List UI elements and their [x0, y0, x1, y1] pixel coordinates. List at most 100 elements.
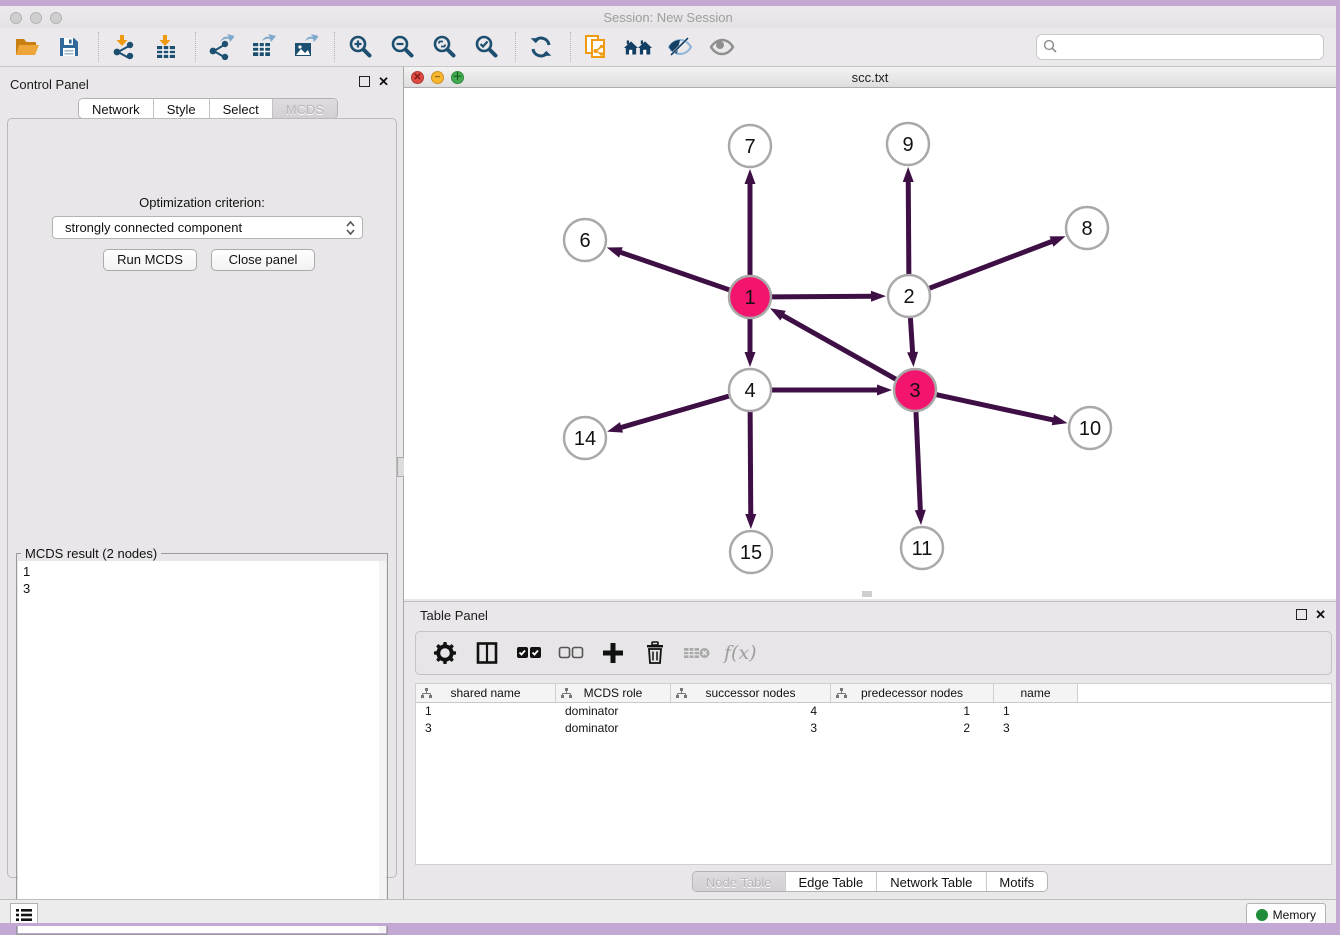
select-stepper-icon — [345, 219, 356, 243]
control-panel: Control Panel ✕ NetworkStyleSelectMCDS O… — [0, 67, 404, 899]
save-icon[interactable] — [54, 33, 84, 61]
table-row[interactable]: 1dominator411 — [416, 703, 1331, 720]
node-label-4: 4 — [744, 380, 755, 402]
clone-network-icon[interactable] — [581, 33, 611, 61]
table-cell[interactable]: 3 — [671, 720, 831, 737]
zoom-fit-icon[interactable] — [429, 33, 459, 61]
network-canvas[interactable]: 7968124314101511 — [404, 88, 1336, 599]
table-cell[interactable]: 4 — [671, 703, 831, 720]
table-toolbar: f(x) — [415, 631, 1332, 675]
edge-arrow — [871, 291, 886, 302]
optimization-criterion-select[interactable]: strongly connected component — [52, 216, 363, 239]
edge-arrow — [745, 169, 756, 184]
open-folder-icon[interactable] — [12, 33, 42, 61]
close-panel-icon[interactable]: ✕ — [378, 76, 389, 87]
edge-2-3[interactable] — [910, 318, 912, 355]
run-mcds-button[interactable]: Run MCDS — [103, 249, 197, 271]
export-network-icon[interactable] — [206, 33, 236, 61]
network-window-titlebar[interactable]: ✕ − ＋ scc.txt — [404, 67, 1336, 88]
node-label-8: 8 — [1081, 218, 1092, 240]
table-header-row: shared nameMCDS rolesuccessor nodesprede… — [416, 684, 1331, 703]
table-cell[interactable]: 3 — [416, 720, 556, 737]
memory-status-icon — [1256, 909, 1268, 921]
table-panel-tabs: Node TableEdge TableNetwork TableMotifs — [692, 871, 1048, 892]
tab-node-table[interactable]: Node Table — [693, 872, 786, 891]
node-label-15: 15 — [740, 542, 762, 564]
edge-4-14[interactable] — [619, 396, 729, 428]
table-cell[interactable]: 1 — [994, 703, 1078, 720]
edge-4-15[interactable] — [750, 412, 751, 517]
titlebar: Session: New Session — [0, 6, 1336, 28]
status-bar: Memory — [0, 899, 1336, 923]
split-view-icon[interactable] — [472, 638, 502, 668]
mcds-result-scrollbar[interactable] — [379, 561, 386, 933]
edge-1-6[interactable] — [618, 251, 729, 289]
gear-icon[interactable] — [430, 638, 460, 668]
tab-motifs[interactable]: Motifs — [986, 872, 1047, 891]
trash-icon[interactable] — [640, 638, 670, 668]
canvas-hscroll-thumb[interactable] — [862, 591, 872, 597]
float-table-panel-icon[interactable] — [1296, 609, 1307, 620]
select-all-icon[interactable] — [514, 638, 544, 668]
edge-1-2[interactable] — [772, 296, 874, 297]
edge-2-9[interactable] — [908, 179, 909, 274]
edge-arrow — [877, 385, 892, 396]
node-label-6: 6 — [579, 230, 590, 252]
tab-network-table[interactable]: Network Table — [877, 872, 986, 891]
close-table-panel-icon[interactable]: ✕ — [1315, 609, 1326, 620]
hide-selected-icon[interactable] — [665, 33, 695, 61]
table-panel: Table Panel ✕ — [404, 601, 1336, 899]
float-panel-icon[interactable] — [359, 76, 370, 87]
table-row[interactable]: 3dominator323 — [416, 720, 1331, 737]
node-label-9: 9 — [902, 134, 913, 156]
tab-mcds[interactable]: MCDS — [273, 99, 337, 118]
export-image-icon[interactable] — [290, 33, 320, 61]
edge-3-10[interactable] — [936, 395, 1055, 421]
zoom-selected-icon[interactable] — [471, 33, 501, 61]
delete-table-icon — [682, 638, 712, 668]
list-icon — [15, 907, 33, 923]
tab-edge-table[interactable]: Edge Table — [785, 872, 877, 891]
column-header-name[interactable]: name — [994, 684, 1078, 702]
show-all-icon[interactable] — [707, 33, 737, 61]
table-cell[interactable]: dominator — [556, 703, 671, 720]
tab-network[interactable]: Network — [79, 99, 154, 118]
refresh-icon[interactable] — [526, 33, 556, 61]
unselect-all-icon[interactable] — [556, 638, 586, 668]
table-cell[interactable]: 1 — [831, 703, 994, 720]
search-icon — [1043, 39, 1058, 59]
home-icon[interactable] — [623, 33, 653, 61]
import-network-icon[interactable] — [109, 33, 139, 61]
node-label-3: 3 — [909, 380, 920, 402]
column-header-MCDS-role[interactable]: MCDS role — [556, 684, 671, 702]
tab-style[interactable]: Style — [154, 99, 210, 118]
toolbar-separator — [98, 32, 99, 62]
search-box — [1036, 34, 1324, 60]
mcds-result-text[interactable]: 1 3 — [18, 561, 380, 933]
edge-arrow — [745, 352, 756, 367]
node-label-1: 1 — [744, 287, 755, 309]
close-panel-button[interactable]: Close panel — [211, 249, 315, 271]
edge-3-11[interactable] — [916, 412, 920, 513]
optimization-criterion-label: Optimization criterion: — [8, 195, 396, 210]
zoom-in-icon[interactable] — [345, 33, 375, 61]
zoom-out-icon[interactable] — [387, 33, 417, 61]
add-icon[interactable] — [598, 638, 628, 668]
table-cell[interactable]: 2 — [831, 720, 994, 737]
search-input[interactable] — [1036, 34, 1324, 60]
node-label-2: 2 — [903, 286, 914, 308]
table-cell[interactable]: dominator — [556, 720, 671, 737]
column-header-predecessor-nodes[interactable]: predecessor nodes — [831, 684, 994, 702]
edge-2-8[interactable] — [930, 240, 1055, 288]
table-cell[interactable]: 3 — [994, 720, 1078, 737]
column-header-shared-name[interactable]: shared name — [416, 684, 556, 702]
table-cell[interactable]: 1 — [416, 703, 556, 720]
network-view-window: ✕ − ＋ scc.txt 7968124314101511 — [404, 67, 1336, 599]
edge-3-1[interactable] — [780, 314, 895, 379]
tab-select[interactable]: Select — [210, 99, 273, 118]
export-table-icon[interactable] — [248, 33, 278, 61]
node-label-7: 7 — [744, 136, 755, 158]
column-header-successor-nodes[interactable]: successor nodes — [671, 684, 831, 702]
edge-arrow — [907, 352, 918, 367]
import-table-icon[interactable] — [151, 33, 181, 61]
